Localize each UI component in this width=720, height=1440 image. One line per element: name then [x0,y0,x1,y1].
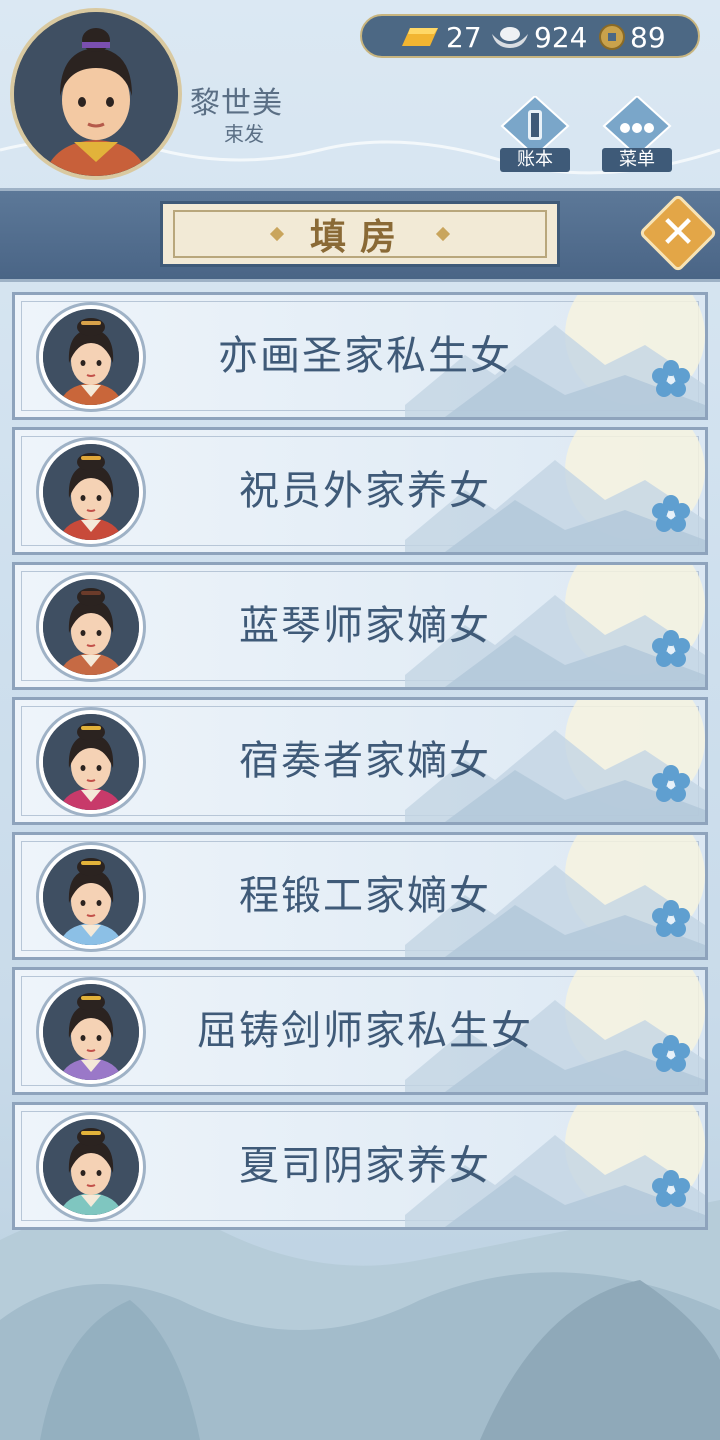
player-portrait-icon [14,12,178,176]
candidate-card[interactable]: 祝员外家养女 [12,427,708,555]
menu-button[interactable]: 菜单 [602,94,672,172]
coin-value: 89 [630,20,666,54]
lady-portrait-icon [43,579,139,675]
candidate-name: 夏司阴家养女 [239,1143,491,1189]
lady-portrait-icon [43,714,139,810]
ledger-button[interactable]: 账本 [500,94,570,172]
flower-icon [652,360,690,397]
lady-portrait-icon [43,309,139,405]
close-icon: ✕ [659,207,697,258]
flower-icon [652,1035,690,1072]
silver-ingot-icon [492,27,528,48]
title-plaque: 填房 [160,201,560,267]
menu-dots-icon [602,94,672,158]
lady-portrait-icon [43,1119,139,1215]
diamond-ornament-icon [435,226,451,242]
flower-icon [652,495,690,532]
candidate-name: 亦画圣家私生女 [218,333,512,379]
candidate-list: 亦画圣家私生女 祝员外家养女 蓝琴师家嫡女 宿奏者家嫡女 程锻工家嫡女 屈铸剑师… [12,292,708,1237]
candidate-name: 宿奏者家嫡女 [239,738,491,784]
candidate-portrait [39,845,143,949]
title-banner: 填房 ✕ [0,188,720,282]
candidate-name: 祝员外家养女 [239,468,491,514]
gold-value: 27 [446,20,482,54]
lady-portrait-icon [43,849,139,945]
close-button[interactable]: ✕ [638,193,718,273]
currency-bar: 27 924 89 [360,14,700,58]
candidate-name: 程锻工家嫡女 [239,873,491,919]
candidate-name: 蓝琴师家嫡女 [239,603,491,649]
candidate-portrait [39,1115,143,1219]
silver-value: 924 [534,20,588,54]
candidate-portrait [39,440,143,544]
copper-coin-icon [599,24,625,50]
flower-icon [652,1170,690,1207]
ledger-label: 账本 [500,148,570,172]
candidate-card[interactable]: 屈铸剑师家私生女 [12,967,708,1095]
lady-portrait-icon [43,444,139,540]
header: 黎世美 束发 27 924 89 账本 菜单 [0,0,720,190]
candidate-card[interactable]: 蓝琴师家嫡女 [12,562,708,690]
diamond-ornament-icon [269,226,285,242]
candidate-portrait [39,575,143,679]
candidate-card[interactable]: 亦画圣家私生女 [12,292,708,420]
gold-bar-icon [402,28,438,46]
gold-counter[interactable]: 27 [398,18,482,56]
ledger-icon [500,94,570,158]
candidate-name: 屈铸剑师家私生女 [197,1008,533,1054]
coin-counter[interactable]: 89 [598,18,666,56]
page-title: 填房 [309,217,410,258]
flower-icon [652,630,690,667]
candidate-portrait [39,710,143,814]
flower-icon [652,900,690,937]
flower-icon [652,765,690,802]
menu-label: 菜单 [602,148,672,172]
candidate-card[interactable]: 程锻工家嫡女 [12,832,708,960]
candidate-portrait [39,980,143,1084]
candidate-card[interactable]: 宿奏者家嫡女 [12,697,708,825]
player-avatar[interactable] [10,8,182,180]
player-name: 黎世美 [190,86,283,121]
silver-counter[interactable]: 924 [490,18,587,56]
lady-portrait-icon [43,984,139,1080]
candidate-portrait [39,305,143,409]
player-rank: 束发 [224,122,264,146]
candidate-card[interactable]: 夏司阴家养女 [12,1102,708,1230]
